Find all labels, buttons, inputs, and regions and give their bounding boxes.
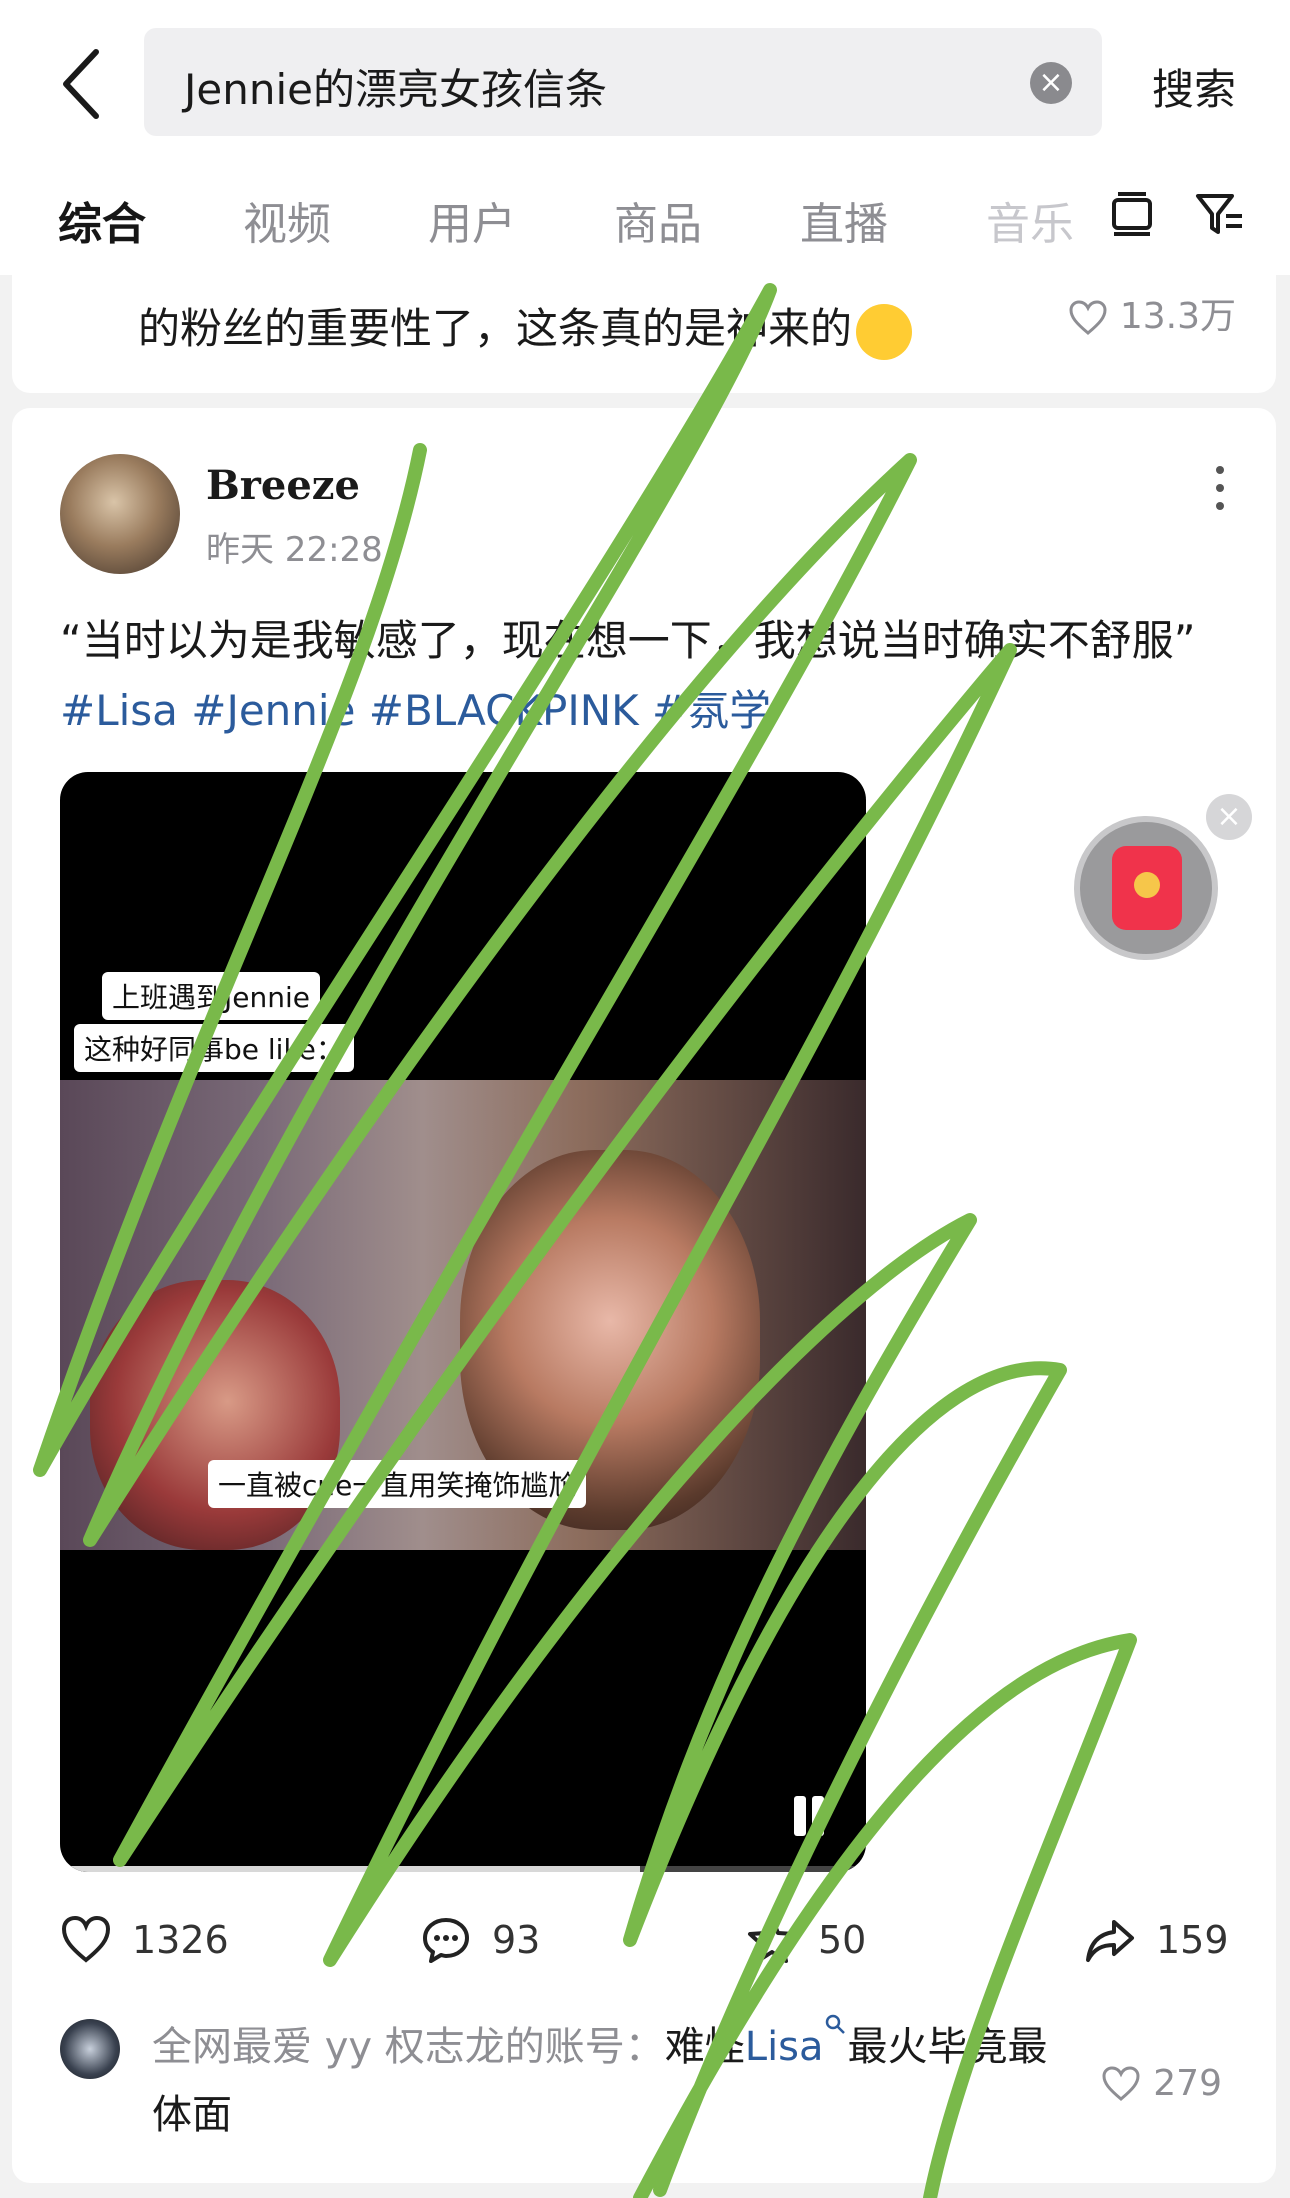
search-icon: [825, 2014, 845, 2034]
layout-toggle-icon[interactable]: [1104, 186, 1160, 242]
commenter-name[interactable]: 全网最爱 yy 权志龙的账号：: [152, 2024, 665, 2070]
filter-icon[interactable]: [1192, 186, 1248, 242]
favorite-button[interactable]: 50: [746, 1912, 866, 1968]
comment-icon: [423, 1918, 469, 1963]
more-options-icon[interactable]: [1210, 466, 1230, 516]
search-query-text: Jennie的漂亮女孩信条: [184, 65, 607, 114]
video-progress-fill: [60, 1866, 641, 1872]
back-arrow-icon[interactable]: [52, 46, 112, 122]
comment-text: 全网最爱 yy 权志龙的账号：难怪Lisa 最火毕竟最体面: [152, 2013, 1052, 2149]
previous-post-like[interactable]: 13.3万: [1068, 287, 1236, 339]
heart-icon: [1102, 2065, 1140, 2101]
video-caption: 这种好同事be like：: [74, 1024, 354, 1072]
video-caption: 一直被cue一直用笑掩饰尴尬: [208, 1460, 587, 1508]
search-input[interactable]: Jennie的漂亮女孩信条 ×: [144, 28, 1102, 136]
video-caption: 上班遇到Jennie: [102, 972, 320, 1020]
tab-videos[interactable]: 视频: [243, 188, 331, 252]
tab-products[interactable]: 商品: [614, 188, 702, 252]
hashtag[interactable]: #Jennie: [191, 686, 355, 735]
post-actions: 1326 93 50 159: [12, 1898, 1276, 1978]
heart-icon: [61, 1915, 111, 1963]
search-link[interactable]: Lisa: [745, 2024, 824, 2070]
post-card: Breeze 昨天 22:28 “当时以为是我敏感了，现在想一下，我想说当时确实…: [12, 408, 1276, 2183]
search-button[interactable]: 搜索: [1152, 56, 1236, 117]
share-button[interactable]: 159: [1084, 1912, 1229, 1968]
avatar[interactable]: [60, 2019, 120, 2079]
comment-like[interactable]: 279: [1101, 2063, 1222, 2104]
emoji-icon: [856, 303, 913, 360]
star-icon: [748, 1916, 796, 1963]
post-body: “当时以为是我敏感了，现在想一下，我想说当时确实不舒服” #Lisa #Jenn…: [60, 616, 1196, 735]
tab-comprehensive[interactable]: 综合: [58, 188, 146, 252]
pause-icon[interactable]: [794, 1796, 832, 1836]
previous-post-text: 的粉丝的重要性了，这条真的是神来的: [138, 295, 913, 360]
clear-search-icon[interactable]: ×: [1030, 62, 1072, 104]
tab-music[interactable]: 音乐: [986, 188, 1074, 252]
heart-icon: [1069, 300, 1107, 335]
share-arrow-icon: [1086, 1920, 1134, 1962]
tab-live[interactable]: 直播: [800, 188, 888, 252]
post-timestamp: 昨天 22:28: [206, 530, 383, 570]
tab-bar: 综合 视频 用户 商品 直播 音乐: [0, 180, 1290, 250]
like-button[interactable]: 1326: [60, 1912, 229, 1968]
red-packet-button[interactable]: [1074, 816, 1218, 960]
hashtag[interactable]: #BLACKPINK: [369, 686, 639, 735]
close-icon[interactable]: ×: [1206, 794, 1252, 840]
tab-users[interactable]: 用户: [428, 188, 516, 252]
video-progress-bar[interactable]: [60, 1866, 866, 1872]
comment-button[interactable]: 93: [420, 1912, 540, 1968]
red-packet-icon: [1112, 846, 1182, 930]
video-player[interactable]: 上班遇到Jennie 这种好同事be like： 一直被cue一直用笑掩饰尴尬: [60, 772, 866, 1872]
avatar[interactable]: [60, 454, 180, 574]
search-header: Jennie的漂亮女孩信条 × 搜索 综合 视频 用户 商品 直播 音乐: [0, 0, 1290, 275]
hashtag[interactable]: #氛学: [652, 686, 771, 735]
previous-post-card[interactable]: 的粉丝的重要性了，这条真的是神来的 13.3万: [12, 275, 1276, 393]
hashtag[interactable]: #Lisa: [60, 686, 178, 735]
author-name[interactable]: Breeze: [206, 462, 360, 509]
